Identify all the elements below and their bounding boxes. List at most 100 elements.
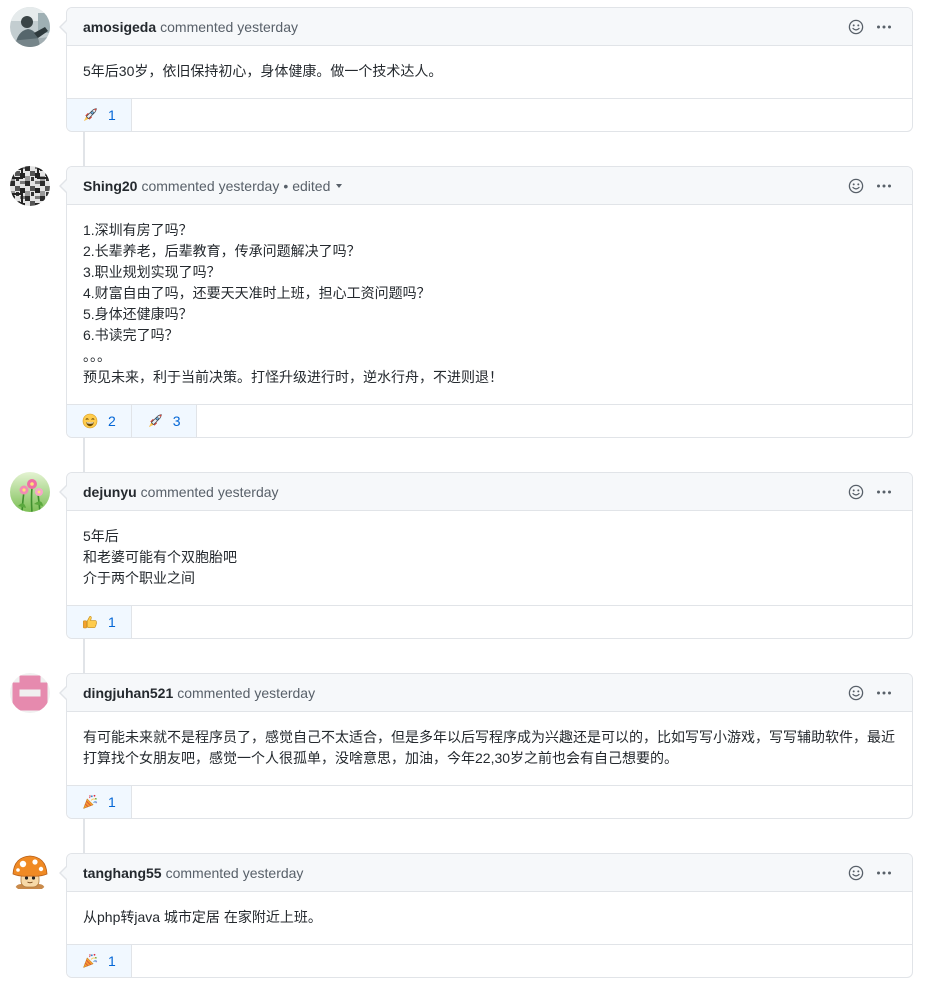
comment-header: dejunyu commented yesterday <box>67 473 912 511</box>
comment-action: commented <box>141 177 215 194</box>
author-link[interactable]: tanghang55 <box>83 865 162 881</box>
comment-body: 有可能未来就不是程序员了，感觉自己不太适合，但是多年以后写程序成为兴趣还是可以的… <box>67 712 912 785</box>
kebab-menu-icon[interactable] <box>876 865 892 881</box>
rocket-icon <box>82 107 98 123</box>
reaction-count: 1 <box>108 953 116 969</box>
reaction-button-thumbsup[interactable]: 1 <box>67 606 132 638</box>
reactions-bar: 1 <box>67 605 912 638</box>
comment-box: Shing20 commented yesterday • edited 1.深… <box>59 166 913 438</box>
comment-timestamp[interactable]: yesterday <box>219 178 280 194</box>
comment-box: dingjuhan521 commented yesterday 有可能未来就不… <box>59 673 913 819</box>
author-avatar[interactable] <box>10 673 50 713</box>
comment-meta: dejunyu commented yesterday <box>83 484 279 500</box>
add-reaction-smiley-icon[interactable] <box>848 19 864 35</box>
comment-body-line: 5年后 <box>83 528 119 544</box>
comment-meta: amosigeda commented yesterday <box>83 19 298 35</box>
reaction-count: 2 <box>108 413 116 429</box>
add-reaction-smiley-icon[interactable] <box>848 178 864 194</box>
comment-box: tanghang55 commented yesterday 从php转java… <box>59 853 913 978</box>
comment-body-line: 5.身体还健康吗？ <box>83 306 193 322</box>
edited-label: edited <box>292 177 331 194</box>
rocket-icon <box>147 413 163 429</box>
author-avatar[interactable] <box>10 472 50 512</box>
author-link[interactable]: dejunyu <box>83 484 137 500</box>
timeline-comment: dejunyu commented yesterday 5年后 和老婆可能有个双… <box>0 472 913 639</box>
comment-actions <box>836 178 892 194</box>
add-reaction-smiley-icon[interactable] <box>848 865 864 881</box>
kebab-menu-icon[interactable] <box>876 178 892 194</box>
reaction-count: 1 <box>108 107 116 123</box>
timeline-comment: tanghang55 commented yesterday 从php转java… <box>0 853 913 978</box>
reaction-count: 3 <box>172 413 181 429</box>
comment-action: commented <box>140 483 214 500</box>
reaction-button-tada[interactable]: 1 <box>67 786 132 818</box>
comment-actions <box>836 19 892 35</box>
comment-box: dejunyu commented yesterday 5年后 和老婆可能有个双… <box>59 472 913 639</box>
comment-body-line: 打算找个女朋友吧，感觉一个人很孤单，没啥意思，加油，今年22,30岁之前也会有自… <box>83 750 679 766</box>
edited-history-dropdown[interactable]: edited <box>292 177 343 194</box>
timeline-connector <box>0 132 927 166</box>
comment-meta: Shing20 commented yesterday • edited <box>83 177 343 194</box>
comment-body-line: 1.深圳有房了吗？ <box>83 222 193 238</box>
comment-action: commented <box>177 684 251 701</box>
add-reaction-smiley-icon[interactable] <box>848 484 864 500</box>
author-link[interactable]: Shing20 <box>83 178 137 194</box>
comment-header: amosigeda commented yesterday <box>67 8 912 46</box>
comment-timestamp[interactable]: yesterday <box>254 685 315 701</box>
tada-icon <box>82 794 98 810</box>
reaction-button-tada[interactable]: 1 <box>67 945 132 977</box>
triangle-down-icon <box>336 184 343 188</box>
comment-timestamp[interactable]: yesterday <box>218 484 279 500</box>
comment-body-line: 有可能未来就不是程序员了，感觉自己不太适合，但是多年以后写程序成为兴趣还是可以的… <box>83 729 895 745</box>
comment-body-line: 4.财富自由了吗，还要天天准时上班，担心工资问题吗？ <box>83 285 431 301</box>
reaction-button-smile[interactable]: 2 <box>67 405 132 437</box>
comment-header: dingjuhan521 commented yesterday <box>67 674 912 712</box>
author-avatar[interactable] <box>10 7 50 47</box>
kebab-menu-icon[interactable] <box>876 484 892 500</box>
comment-actions <box>836 865 892 881</box>
comment-action: commented <box>160 18 234 35</box>
comments-timeline: amosigeda commented yesterday 5年后30岁，依旧保… <box>0 0 927 978</box>
comment-body-line: 。。。 <box>83 348 111 364</box>
author-link[interactable]: amosigeda <box>83 19 156 35</box>
author-avatar[interactable] <box>10 166 50 206</box>
kebab-menu-icon[interactable] <box>876 19 892 35</box>
comment-box: amosigeda commented yesterday 5年后30岁，依旧保… <box>59 7 913 132</box>
comment-timestamp[interactable]: yesterday <box>237 19 298 35</box>
timeline-comment: dingjuhan521 commented yesterday 有可能未来就不… <box>0 673 913 819</box>
kebab-menu-icon[interactable] <box>876 685 892 701</box>
comment-header: tanghang55 commented yesterday <box>67 854 912 892</box>
reactions-bar: 1 <box>67 944 912 977</box>
timeline-comment: amosigeda commented yesterday 5年后30岁，依旧保… <box>0 7 913 132</box>
comment-body-line: 2.长辈养老，后辈教育，传承问题解决了吗？ <box>83 243 361 259</box>
tada-icon <box>82 953 98 969</box>
reaction-button-rocket[interactable]: 3 <box>131 405 197 437</box>
author-avatar[interactable] <box>10 853 50 893</box>
comment-body: 5年后 和老婆可能有个双胞胎吧 介于两个职业之间 <box>67 511 912 605</box>
smile-icon <box>82 413 98 429</box>
comment-meta: tanghang55 commented yesterday <box>83 865 303 881</box>
comment-timestamp[interactable]: yesterday <box>243 865 304 881</box>
reaction-count: 1 <box>108 794 116 810</box>
reactions-bar: 1 <box>67 98 912 131</box>
reaction-button-rocket[interactable]: 1 <box>67 99 132 131</box>
comment-meta: dingjuhan521 commented yesterday <box>83 685 315 701</box>
comment-body: 从php转java 城市定居 在家附近上班。 <box>67 892 912 944</box>
comment-body-line: 预见未来，利于当前决策。打怪升级进行时，逆水行舟，不进则退！ <box>83 369 503 385</box>
comment-actions <box>836 685 892 701</box>
comment-body-line: 和老婆可能有个双胞胎吧 <box>83 549 237 565</box>
comment-body-line: 6.书读完了吗？ <box>83 327 179 343</box>
comment-body: 5年后30岁，依旧保持初心，身体健康。做一个技术达人。 <box>67 46 912 98</box>
add-reaction-smiley-icon[interactable] <box>848 685 864 701</box>
comment-body-line: 3.职业规划实现了吗？ <box>83 264 221 280</box>
comment-body-line: 介于两个职业之间 <box>83 570 195 586</box>
comment-body: 1.深圳有房了吗？ 2.长辈养老，后辈教育，传承问题解决了吗？ 3.职业规划实现… <box>67 205 912 404</box>
comment-actions <box>836 484 892 500</box>
reaction-count: 1 <box>108 614 116 630</box>
comment-body-line: 5年后30岁，依旧保持初心，身体健康。做一个技术达人。 <box>83 63 443 79</box>
timeline-connector <box>0 639 927 673</box>
timeline-comment: Shing20 commented yesterday • edited 1.深… <box>0 166 913 438</box>
timeline-connector <box>0 819 927 853</box>
author-link[interactable]: dingjuhan521 <box>83 685 173 701</box>
comment-header: Shing20 commented yesterday • edited <box>67 167 912 205</box>
